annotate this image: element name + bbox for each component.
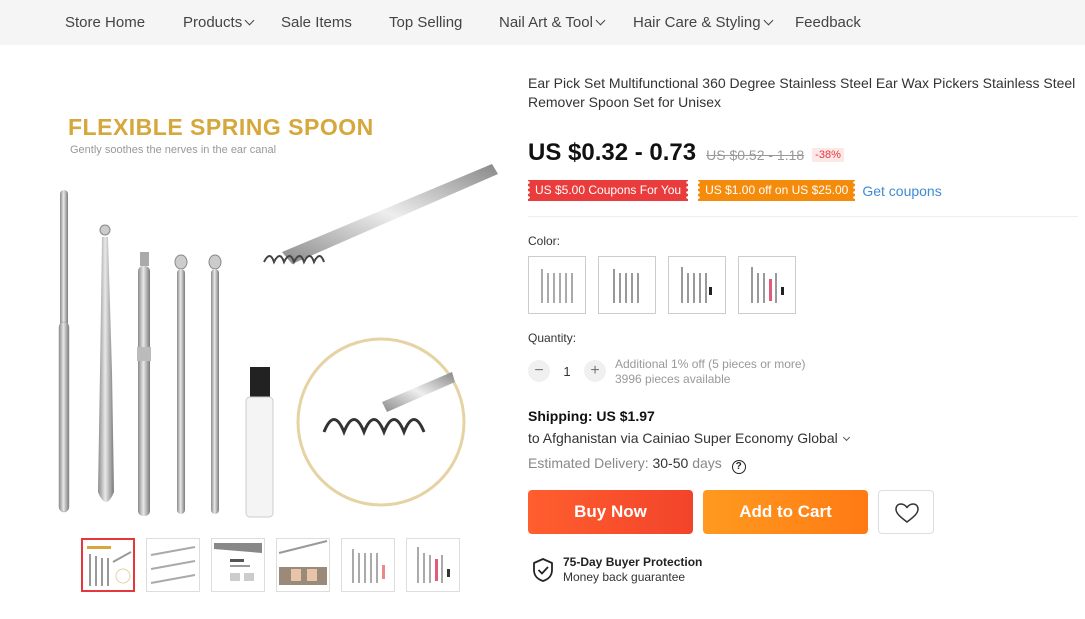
color-option-image (613, 269, 639, 303)
coupon-row: US $5.00 Coupons For You US $1.00 off on… (526, 180, 942, 201)
nav-products[interactable]: Products (183, 14, 255, 31)
quantity-increase-button[interactable]: + (584, 360, 606, 382)
help-icon[interactable]: ? (731, 460, 746, 474)
discount-badge: -38% (812, 148, 844, 162)
nav-top-selling[interactable]: Top Selling (389, 14, 462, 31)
nav-sale-items[interactable]: Sale Items (281, 14, 352, 31)
coupon-store[interactable]: US $5.00 Coupons For You (526, 180, 690, 201)
buyer-protection-title: 75-Day Buyer Protection (563, 555, 703, 569)
nav-hair-care-styling[interactable]: Hair Care & Styling (633, 14, 773, 31)
add-to-cart-button[interactable]: Add to Cart (703, 490, 868, 534)
quantity-value[interactable]: 1 (556, 364, 578, 379)
get-coupons-link[interactable]: Get coupons (862, 183, 941, 199)
delivery-unit: days (692, 455, 722, 471)
color-option-4[interactable] (738, 256, 796, 314)
estimated-delivery: Estimated Delivery: 30-50 days ? (528, 455, 746, 474)
chevron-down-icon (842, 433, 850, 442)
nav-label: Feedback (795, 14, 861, 31)
delivery-label: Estimated Delivery: (528, 455, 649, 471)
delivery-days: 30-50 (652, 455, 689, 471)
nav-label: Products (183, 14, 243, 31)
chevron-down-icon (763, 15, 773, 26)
thumbnail-3[interactable] (211, 538, 265, 592)
wishlist-button[interactable] (878, 490, 934, 534)
bulk-discount-note: Additional 1% off (5 pieces or more) (615, 357, 806, 371)
nav-nail-art-tool[interactable]: Nail Art & Tool (499, 14, 606, 31)
current-price: US $0.32 - 0.73 (528, 139, 697, 166)
quantity-decrease-button[interactable]: − (528, 360, 550, 382)
nav-store-home[interactable]: Store Home (65, 14, 145, 31)
buyer-protection-subtitle: Money back guarantee (563, 570, 686, 584)
color-option-image (541, 269, 573, 303)
stock-available: 3996 pieces available (615, 372, 731, 386)
color-label: Color: (528, 234, 561, 248)
nav-feedback[interactable]: Feedback (795, 14, 861, 31)
store-nav-bar: Store Home Products Sale Items Top Selli… (0, 0, 1085, 45)
original-price: US $0.52 - 1.18 (706, 147, 805, 163)
nav-label: Hair Care & Styling (633, 14, 761, 31)
thumbnail-5[interactable] (341, 538, 395, 592)
nav-label: Sale Items (281, 14, 352, 31)
nav-label: Store Home (65, 14, 146, 31)
ear-pick-set-illustration (58, 164, 498, 518)
shipping-route-text: to Afghanistan via Cainiao Super Economy… (528, 430, 838, 446)
thumbnail-image (278, 540, 328, 585)
thumbnail-image (214, 543, 262, 581)
coupon-select[interactable]: US $1.00 off on US $25.00 (697, 180, 857, 201)
color-option-image (681, 267, 712, 303)
price-row: US $0.32 - 0.73 US $0.52 - 1.18 -38% (528, 139, 844, 167)
color-option-1[interactable] (528, 256, 586, 314)
thumbnail-4[interactable] (276, 538, 330, 592)
color-option-3[interactable] (668, 256, 726, 314)
thumbnail-1[interactable] (81, 538, 135, 592)
main-product-image[interactable]: FLEXIBLE SPRING SPOON Gently soothes the… (52, 72, 498, 518)
heart-icon (895, 503, 919, 523)
thumbnail-image (417, 547, 450, 583)
shipping-method-selector[interactable]: to Afghanistan via Cainiao Super Economy… (528, 430, 850, 446)
chevron-down-icon (244, 15, 255, 26)
product-title: Ear Pick Set Multifunctional 360 Degree … (528, 75, 1076, 110)
color-option-image (751, 267, 784, 303)
buy-now-button[interactable]: Buy Now (528, 490, 693, 534)
thumbnail-image (150, 546, 196, 584)
shield-check-icon (533, 558, 553, 582)
thumbnail-image (87, 546, 132, 586)
color-option-2[interactable] (598, 256, 656, 314)
thumbnail-2[interactable] (146, 538, 200, 592)
thumbnail-image (352, 549, 385, 583)
nav-label: Top Selling (389, 14, 463, 31)
chevron-down-icon (595, 15, 606, 26)
nav-label: Nail Art & Tool (499, 14, 593, 31)
shipping-cost: Shipping: US $1.97 (528, 408, 655, 424)
thumbnail-6[interactable] (406, 538, 460, 592)
quantity-label: Quantity: (528, 331, 577, 345)
divider (528, 216, 1078, 217)
